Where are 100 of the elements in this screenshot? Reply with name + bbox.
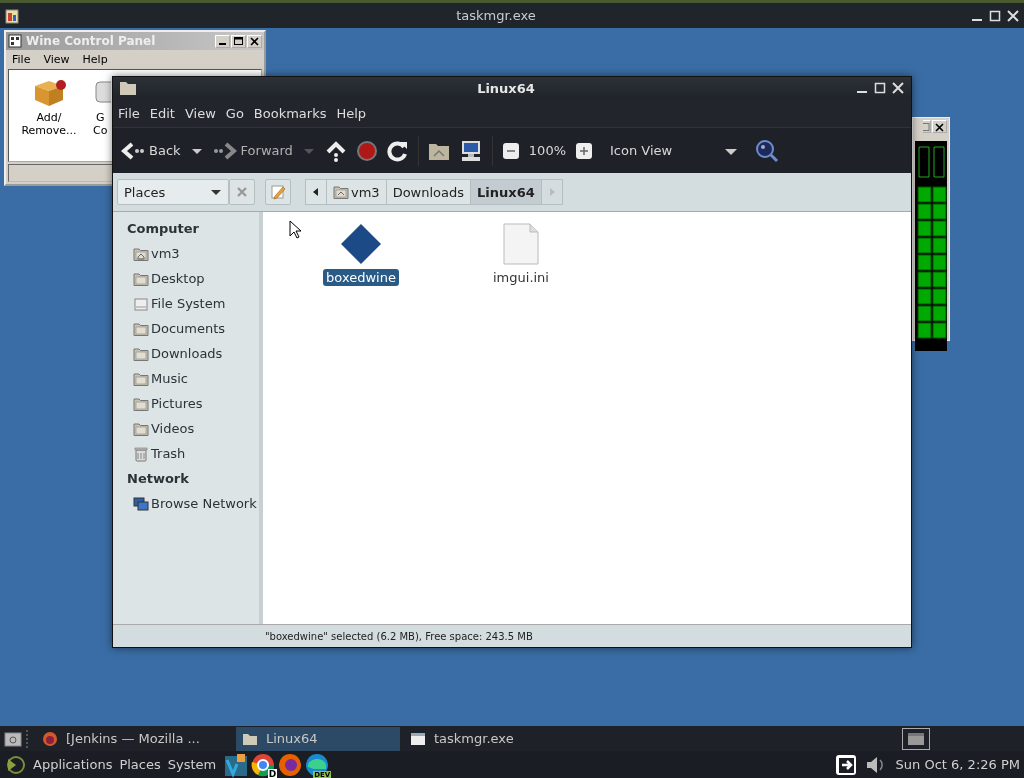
scroll-left-button[interactable] <box>305 179 327 205</box>
sidebar-item[interactable]: Trash <box>113 441 259 466</box>
menu-item[interactable]: Go <box>225 105 244 121</box>
folder-icon <box>133 270 149 287</box>
browser-icon <box>277 751 304 778</box>
forward-arrow-icon <box>212 140 237 161</box>
launcher-button[interactable] <box>223 751 250 778</box>
edit-location-button[interactable] <box>265 179 291 205</box>
close-button[interactable] <box>932 120 947 133</box>
menu-item[interactable]: File <box>12 53 31 66</box>
right-arrow-icon <box>547 187 556 197</box>
minimize-icon <box>219 42 226 45</box>
sidebar-item[interactable]: Desktop <box>113 266 259 291</box>
back-arrow-icon <box>121 140 145 161</box>
app-icon <box>4 6 22 25</box>
sidebar-item[interactable]: Music <box>113 366 259 391</box>
minimize-button[interactable] <box>215 34 230 48</box>
menu-item[interactable]: Help <box>82 53 108 66</box>
exit-icon[interactable] <box>833 753 858 776</box>
maximize-icon <box>922 120 931 133</box>
folder-icon <box>133 320 149 337</box>
pencil-icon <box>270 184 286 200</box>
folder-icon <box>133 370 149 387</box>
window-title: taskmgr.exe <box>455 8 537 23</box>
browser-icon <box>250 751 277 778</box>
file-name[interactable]: imgui.ini <box>490 269 552 286</box>
badge: D <box>267 768 278 778</box>
network-icon <box>133 495 149 512</box>
reload-icon[interactable] <box>386 139 409 162</box>
section-heading: Network <box>126 470 190 488</box>
close-icon[interactable] <box>891 81 905 95</box>
breadcrumb[interactable]: vm3 <box>327 179 387 205</box>
menu-item[interactable]: File <box>118 105 140 121</box>
stop-icon[interactable] <box>355 139 378 162</box>
close-icon[interactable] <box>1006 8 1020 23</box>
breadcrumb[interactable]: Linux64 <box>471 179 542 205</box>
menu-item[interactable]: Help <box>336 105 367 121</box>
menu-logo-icon[interactable] <box>4 753 26 776</box>
zoom-out-icon[interactable] <box>501 141 520 160</box>
drive-icon <box>133 295 149 312</box>
menu-item[interactable]: Bookmarks <box>253 105 327 121</box>
taskbar-button[interactable]: taskmgr.exe <box>404 726 568 751</box>
file-name[interactable]: boxedwine <box>323 269 399 286</box>
back-button[interactable]: Back <box>121 140 181 161</box>
menu-item[interactable]: View <box>43 53 70 66</box>
folder-icon <box>133 345 149 362</box>
folder-icon <box>133 395 149 412</box>
trash-icon <box>133 445 149 462</box>
browser-icon <box>304 751 331 778</box>
search-icon[interactable] <box>755 138 780 163</box>
sidebar-item[interactable]: Videos <box>113 416 259 441</box>
menu-item[interactable]: System <box>167 757 217 772</box>
folder-icon <box>119 80 137 96</box>
sidebar-item[interactable]: File System <box>113 291 259 316</box>
editor-icon <box>223 751 250 778</box>
maximize-icon <box>232 35 245 47</box>
view-dropdown[interactable]: Icon View <box>602 143 747 158</box>
window-title: Wine Control Panel <box>26 34 157 48</box>
launcher-button[interactable]: D <box>250 751 277 778</box>
taskbar-button[interactable]: [Jenkins — Mozilla ... <box>36 726 232 751</box>
up-arrow-icon[interactable] <box>324 139 347 162</box>
maximize-icon[interactable] <box>873 81 887 95</box>
close-icon <box>248 35 261 47</box>
item-label[interactable]: Add/ Remove... <box>21 111 77 137</box>
home-folder-icon <box>333 184 349 200</box>
window-icon <box>907 731 925 746</box>
menu-item[interactable]: View <box>184 105 216 121</box>
close-icon <box>236 186 248 198</box>
sidebar-item[interactable]: Documents <box>113 316 259 341</box>
taskbar-button[interactable]: Linux64 <box>236 726 400 751</box>
item-label[interactable]: G Co <box>93 111 108 137</box>
maximize-icon[interactable] <box>988 8 1002 23</box>
sidebar-item[interactable]: Downloads <box>113 341 259 366</box>
places-dropdown[interactable]: Places <box>117 179 229 205</box>
maximize-button[interactable] <box>231 34 246 48</box>
browser-icon <box>42 730 58 747</box>
status-text: "boxedwine" selected (6.2 MB), Free space: 243.5 MB <box>265 630 533 642</box>
mouse-pointer-icon <box>289 220 303 240</box>
menu-item[interactable]: Edit <box>149 105 175 121</box>
launcher-button[interactable] <box>277 751 304 778</box>
window-icon <box>8 34 22 48</box>
workspace-switcher[interactable] <box>902 727 930 750</box>
breadcrumb[interactable]: Downloads <box>386 179 472 205</box>
close-button[interactable] <box>247 34 262 48</box>
sidebar-item[interactable]: Browse Network <box>113 491 259 516</box>
menu-item[interactable]: Places <box>119 757 161 772</box>
zoom-level: 100% <box>528 143 566 158</box>
menu-item[interactable]: Applications <box>33 757 113 772</box>
left-arrow-icon <box>312 187 320 197</box>
clock[interactable]: Sun Oct 6, 2:26 PM <box>895 757 1020 772</box>
close-icon <box>933 120 946 133</box>
folder-icon <box>133 420 149 437</box>
sidebar-item[interactable]: Pictures <box>113 391 259 416</box>
home-folder-icon <box>133 245 149 262</box>
show-desktop-icon[interactable] <box>4 730 22 747</box>
diamond-icon[interactable] <box>339 222 383 266</box>
window-icon <box>410 730 426 747</box>
sidebar-item[interactable]: vm3 <box>113 241 259 266</box>
zoom-in-icon[interactable] <box>575 141 593 160</box>
window-title: Linux64 <box>476 80 536 96</box>
